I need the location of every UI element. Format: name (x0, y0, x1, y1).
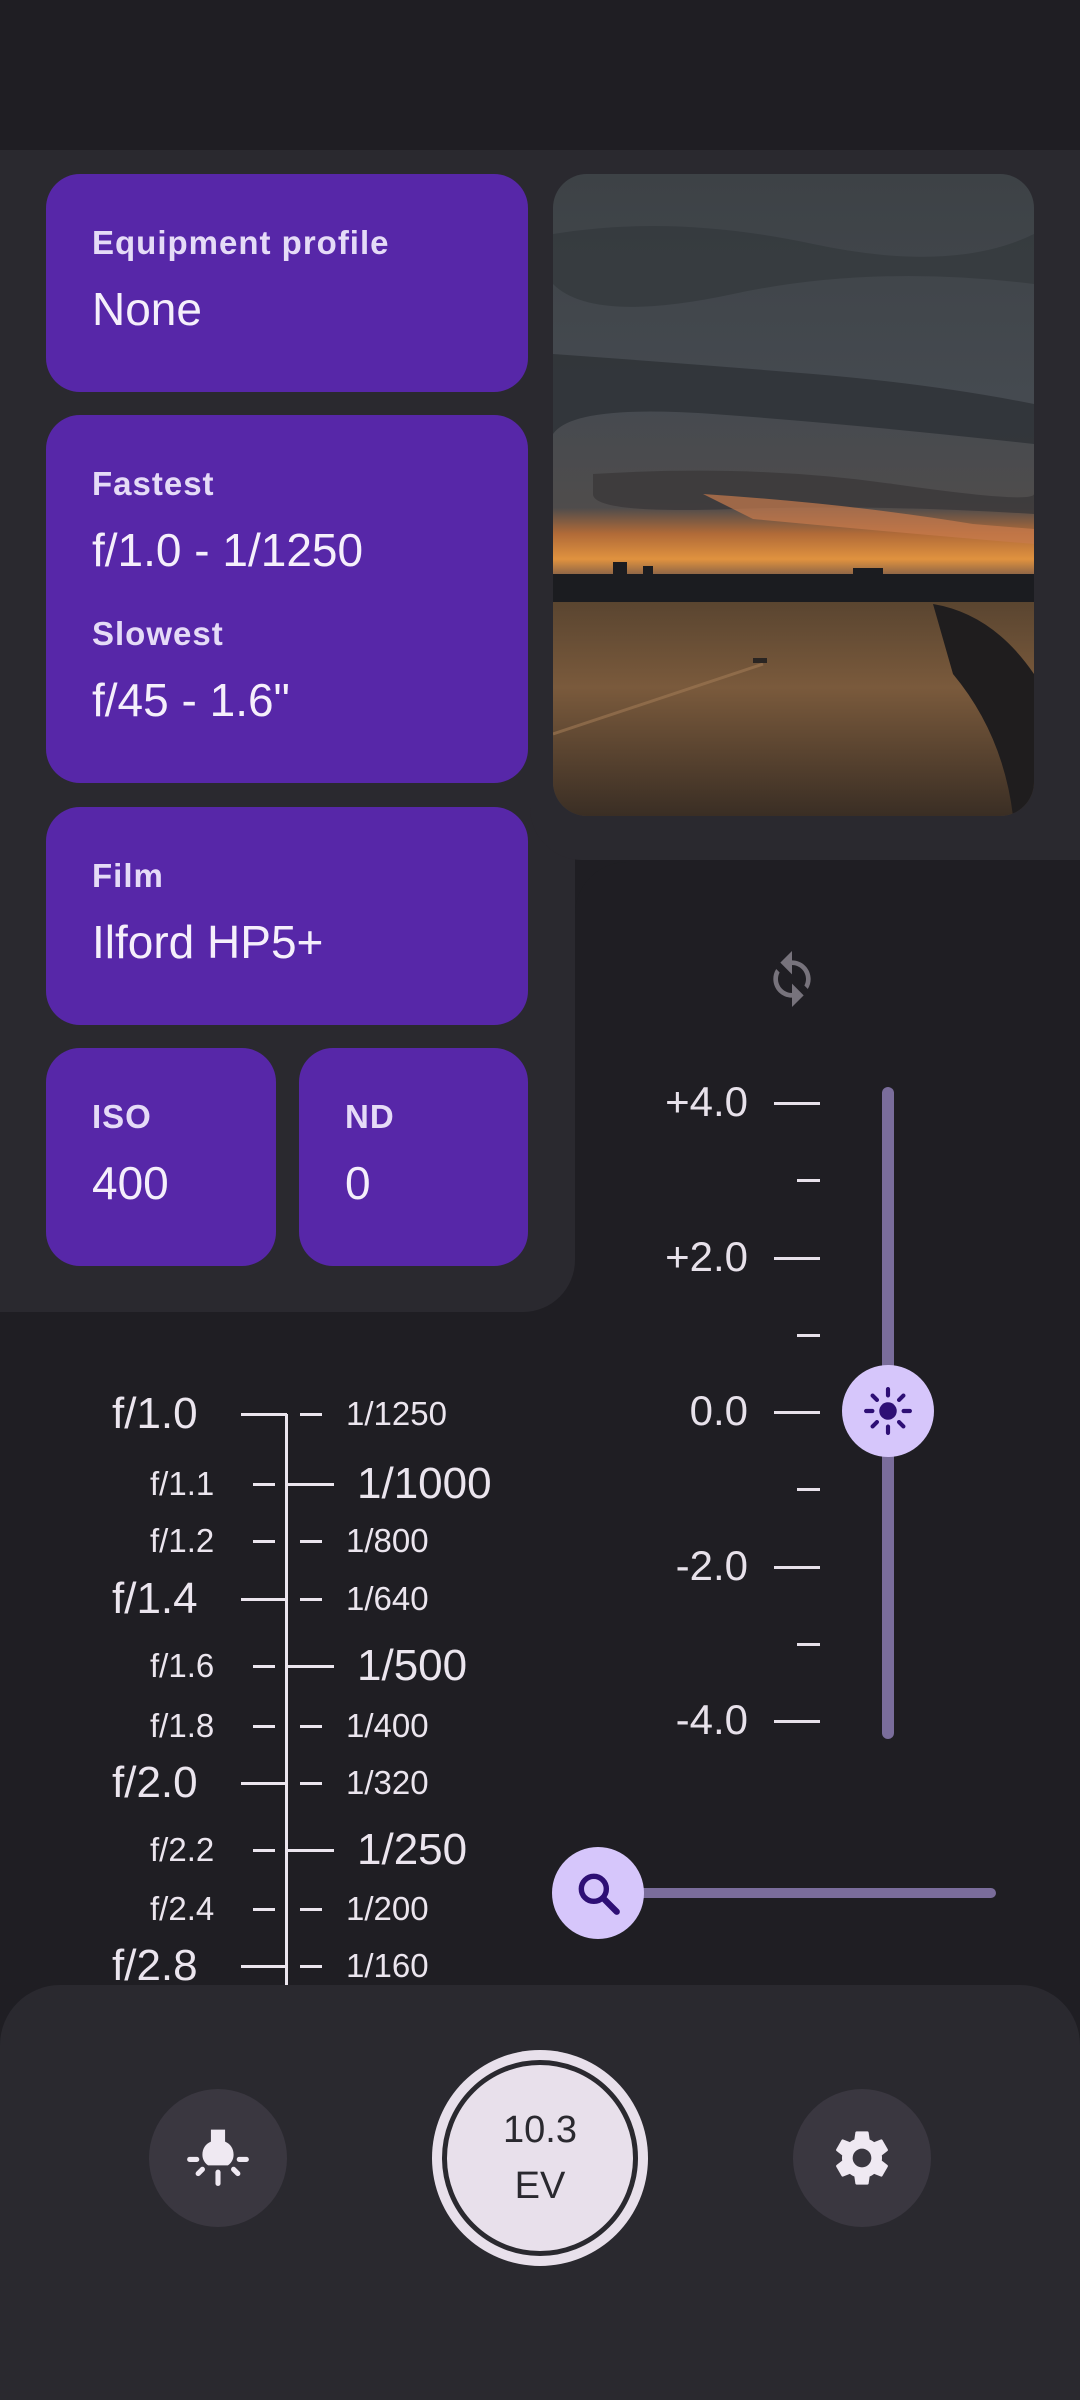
film-value: Ilford HP5+ (92, 916, 324, 968)
ev-major-tick (774, 1102, 820, 1105)
aperture-tick (253, 1849, 275, 1852)
shutter-tick (300, 1725, 322, 1728)
aperture-tick (253, 1908, 275, 1911)
settings-button[interactable] (793, 2089, 931, 2227)
ev-scale-label: +2.0 (665, 1232, 748, 1280)
measure-ev-button[interactable]: 10.3 EV (432, 2050, 648, 2266)
light-meter-button[interactable] (149, 2089, 287, 2227)
aperture-tick (241, 1782, 287, 1785)
ev-minor-tick (797, 1333, 820, 1337)
equipment-profile-card[interactable]: Equipment profile None (46, 174, 528, 392)
light-bulb-icon (187, 2129, 249, 2187)
slowest-label: Slowest (92, 615, 224, 652)
aperture-tick (253, 1665, 275, 1668)
shutter-tick (300, 1908, 322, 1911)
ev-value: 10.3 (503, 2109, 577, 2151)
shutter-tick (300, 1782, 322, 1785)
shutter-speed-label: 1/160 (346, 1947, 429, 1984)
shutter-tick (300, 1598, 322, 1601)
film-card[interactable]: Film Ilford HP5+ (46, 807, 528, 1025)
nd-label: ND (345, 1098, 395, 1135)
shutter-speed-label: 1/250 (357, 1825, 468, 1874)
shutter-aperture-range-card[interactable]: Fastest f/1.0 - 1/1250 Slowest f/45 - 1.… (46, 415, 528, 783)
fastest-label: Fastest (92, 465, 215, 502)
aperture-label: f/1.0 (112, 1389, 198, 1438)
ev-minor-tick (797, 1179, 820, 1183)
ev-ring: 10.3 EV (442, 2060, 638, 2256)
shutter-speed-label: 1/400 (346, 1707, 429, 1744)
shutter-speed-label: 1/200 (346, 1890, 429, 1927)
ev-major-tick (774, 1565, 820, 1569)
shutter-speed-label: 1/320 (346, 1764, 429, 1801)
nd-value: 0 (345, 1157, 371, 1209)
aperture-label: f/1.8 (150, 1707, 215, 1744)
iso-card[interactable]: ISO 400 (46, 1048, 276, 1266)
shutter-tick (286, 1849, 334, 1852)
ev-slider-thumb[interactable] (842, 1365, 934, 1457)
search-icon (578, 1873, 620, 1915)
aperture-label: f/1.1 (150, 1465, 215, 1502)
fastest-value: f/1.0 - 1/1250 (92, 524, 364, 576)
film-label: Film (92, 857, 164, 894)
aperture-label: f/2.4 (150, 1890, 215, 1927)
ev-minor-tick (797, 1642, 820, 1646)
shutter-tick (300, 1965, 322, 1968)
shutter-speed-label: 1/1000 (357, 1459, 492, 1508)
aperture-shutter-scale[interactable]: f/1.0 f/1.1 f/1.2 f/1.4 f/1.6 f/1.8 f/2.0 f/2.2… (0, 1360, 560, 1985)
aperture-tick (241, 1965, 287, 1968)
aperture-label: f/1.6 (150, 1647, 215, 1684)
ev-major-tick (774, 1411, 820, 1414)
shutter-tick (300, 1540, 322, 1543)
equipment-profile-value: None (92, 283, 202, 335)
zoom-slider-track[interactable] (620, 1888, 996, 1898)
ev-major-tick (774, 1720, 820, 1723)
shutter-tick (286, 1665, 334, 1668)
aperture-tick (241, 1413, 287, 1416)
aperture-label: f/2.0 (112, 1758, 198, 1807)
iso-value: 400 (92, 1157, 169, 1209)
aperture-label: f/1.2 (150, 1522, 215, 1559)
ev-scale-label: -2.0 (675, 1541, 748, 1589)
shutter-speed-label: 1/500 (357, 1641, 468, 1690)
ev-scale-label: 0.0 (689, 1387, 748, 1434)
ev-major-tick (774, 1256, 820, 1260)
aperture-tick (253, 1540, 275, 1543)
aperture-tick (253, 1483, 275, 1486)
ev-scale-label: -4.0 (675, 1696, 748, 1743)
ev-scale-label: +4.0 (665, 1078, 748, 1125)
brightness-icon (864, 1387, 912, 1435)
aperture-label: f/2.2 (150, 1831, 215, 1868)
shutter-speed-label: 1/1250 (346, 1395, 447, 1432)
aperture-label: f/2.8 (112, 1941, 198, 1985)
shutter-tick (286, 1483, 334, 1486)
aperture-label: f/1.4 (112, 1574, 198, 1623)
shutter-speed-label: 1/640 (346, 1580, 429, 1617)
nd-card[interactable]: ND 0 (299, 1048, 528, 1266)
gear-icon (836, 2131, 888, 2185)
camera-preview-image[interactable] (553, 174, 1034, 816)
aperture-tick (241, 1598, 287, 1601)
equipment-profile-label: Equipment profile (92, 224, 390, 261)
ev-minor-tick (797, 1488, 820, 1492)
reset-refresh-icon[interactable] (764, 944, 820, 1014)
shutter-speed-label: 1/800 (346, 1522, 429, 1559)
iso-label: ISO (92, 1098, 152, 1135)
aperture-tick (253, 1725, 275, 1728)
ev-unit: EV (514, 2165, 566, 2207)
zoom-slider-thumb[interactable] (552, 1847, 644, 1939)
scale-axis (285, 1414, 288, 1985)
shutter-tick (300, 1413, 322, 1416)
ev-panel (575, 862, 1080, 1982)
slowest-value: f/45 - 1.6" (92, 674, 290, 726)
